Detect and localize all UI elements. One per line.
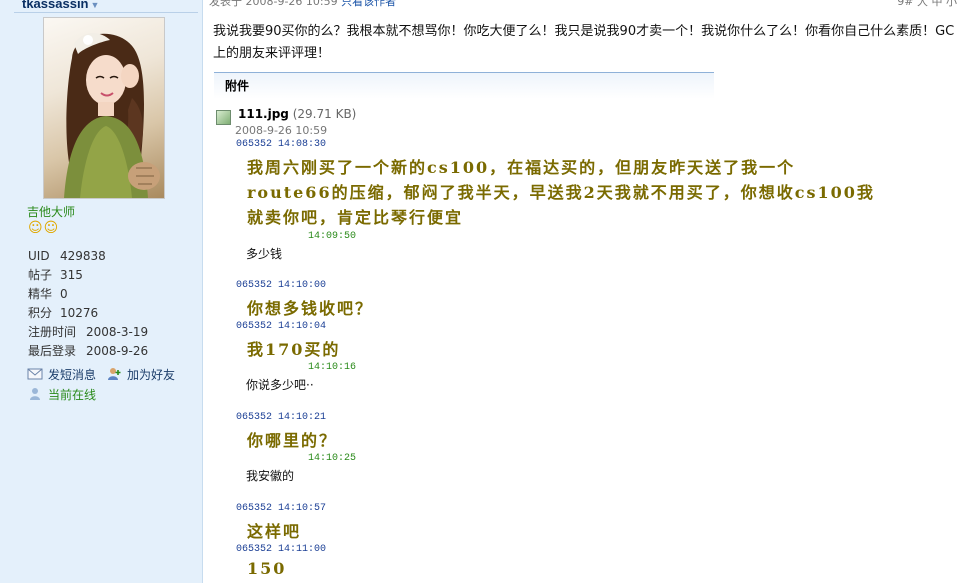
chat-timestamp: 14:10:16 (308, 362, 357, 373)
stat-value: 10276 (60, 306, 99, 320)
stat-label: 精华 (28, 287, 53, 301)
chat-message: 我周六刚买了一个新的cs100，在福达买的，但朋友昨天送了我一个 (247, 158, 796, 177)
chat-message: 多少钱 (246, 247, 283, 261)
chat-timestamp: 065352 14:10:57 (236, 503, 327, 514)
chat-timestamp: 14:09:50 (308, 231, 357, 242)
chat-message: 就卖你吧，肯定比琴行便宜 (247, 208, 464, 227)
user-rank: 吉他大师 (27, 205, 76, 219)
chat-message: 我170买的 (247, 340, 341, 359)
online-status-label: 当前在线 (48, 387, 97, 402)
rank-stars-icon: ☺☺ (28, 220, 60, 236)
add-friend-label[interactable]: 加为好友 (127, 366, 175, 383)
stat-value: 2008-9-26 (86, 344, 149, 358)
stat-value: 429838 (60, 249, 106, 263)
attachment-date: 2008-9-26 10:59 (235, 124, 328, 137)
user-online-icon (30, 388, 40, 400)
chevron-down-icon[interactable]: ▼ (91, 0, 100, 10)
stat-label: 最后登录 (28, 344, 77, 358)
chat-message: 150 (247, 559, 287, 578)
stat-uid: UID 429838 (28, 247, 148, 266)
avatar-portrait-image (64, 33, 160, 198)
post-message: 我说我要90买你的么？我根本就不想骂你！你吃大便了么！我只是说我90才卖一个！我… (213, 24, 955, 61)
attachment-link[interactable]: 111.jpg (29.71 KB) (238, 107, 356, 121)
post-date: 发表于 2008-9-26 10:59 (209, 0, 338, 8)
stat-points: 积分 10276 (28, 304, 148, 323)
chat-message: 你说多少吧·· (246, 378, 314, 392)
image-file-icon (216, 110, 231, 125)
stat-label: UID (28, 249, 50, 263)
stat-last-login: 最后登录 2008-9-26 (28, 342, 148, 361)
post-floor-controls[interactable]: 9# 大 中 小 (897, 0, 957, 9)
chat-message: 这样吧 (247, 522, 302, 541)
send-message-button[interactable]: 发短消息 (27, 366, 96, 383)
stat-register-date: 注册时间 2008-3-19 (28, 323, 148, 342)
envelope-icon (27, 368, 43, 380)
attachment-filename[interactable]: 111.jpg (238, 107, 289, 121)
attachment-header: 附件 (214, 72, 714, 99)
user-actions: 发短消息 加为好友 当前在线 (27, 364, 175, 404)
send-message-label[interactable]: 发短消息 (48, 366, 96, 383)
stat-label: 帖子 (28, 268, 53, 282)
chat-timestamp: 065352 14:08:30 (236, 139, 327, 150)
stat-label: 注册时间 (28, 325, 77, 339)
chat-timestamp: 065352 14:10:00 (236, 280, 327, 291)
stat-digest: 精华 0 (28, 285, 148, 304)
chat-timestamp: 065352 14:10:21 (236, 412, 327, 423)
stat-posts: 帖子 315 (28, 266, 148, 285)
chat-message: 你哪里的？ (247, 431, 338, 450)
author-sidebar: tkassassin ▼ 吉他大师 ☺☺ UID 429838 帖子 315 精… (0, 0, 203, 583)
stat-value: 2008-3-19 (86, 325, 149, 339)
chat-timestamp: 065352 14:11:00 (236, 544, 327, 555)
stat-value: 0 (60, 287, 68, 301)
chat-timestamp: 14:10:25 (308, 453, 357, 464)
author-username[interactable]: tkassassin ▼ (22, 0, 99, 11)
add-friend-button[interactable]: 加为好友 (106, 366, 175, 383)
avatar (43, 17, 165, 199)
chat-message: 我安徽的 (246, 469, 295, 483)
chat-timestamp: 065352 14:10:04 (236, 321, 327, 332)
divider (14, 12, 198, 13)
chat-message: 你想多钱收吧？ (247, 299, 374, 318)
post-content: 发表于 2008-9-26 10:59 只看该作者 9# 大 中 小 我说我要9… (203, 0, 975, 583)
only-author-link[interactable]: 只看该作者 (341, 0, 396, 8)
add-friend-icon (108, 368, 121, 380)
user-stats: UID 429838 帖子 315 精华 0 积分 10276 注册时间 200… (28, 247, 148, 361)
stat-label: 积分 (28, 306, 53, 320)
online-status: 当前在线 (27, 384, 175, 404)
stat-value: 315 (60, 268, 83, 282)
attachment-size: (29.71 KB) (292, 107, 357, 121)
post-header: 发表于 2008-9-26 10:59 只看该作者 (209, 0, 396, 9)
username-label[interactable]: tkassassin (22, 0, 89, 11)
chat-message: route66的压缩，郁闷了我半天，早送我2天我就不用买了，你想收cs100我 (247, 183, 875, 202)
